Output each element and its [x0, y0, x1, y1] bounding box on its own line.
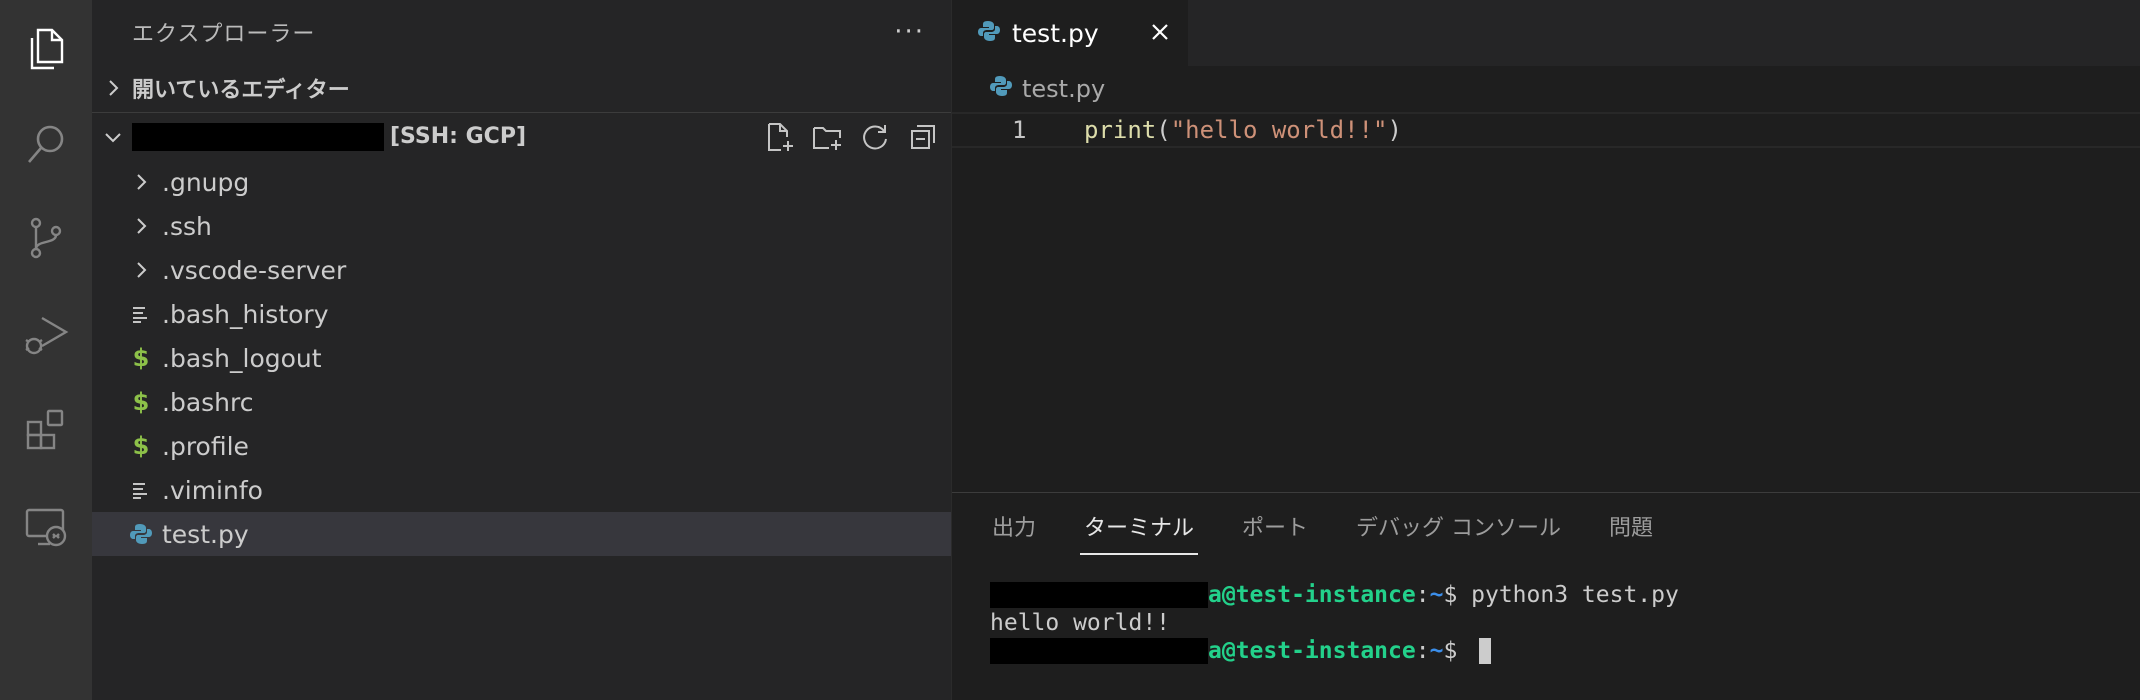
workspace-section[interactable]: [SSH: GCP] — [92, 112, 951, 160]
tab-problems[interactable]: 問題 — [1609, 493, 1653, 559]
source-control-icon[interactable] — [0, 190, 92, 286]
terminal-prompt: $ — [1443, 638, 1472, 664]
workspace-label: [SSH: GCP] — [390, 124, 527, 149]
chevron-right-icon — [126, 215, 156, 237]
files-icon[interactable] — [0, 0, 92, 96]
tree-file-bash-logout[interactable]: $ .bash_logout — [92, 336, 951, 380]
terminal-host: a@test-instance — [1208, 582, 1416, 608]
more-actions-button[interactable]: ··· — [894, 17, 925, 47]
tree-item-label: .profile — [162, 431, 249, 461]
code-paren-open: ( — [1156, 116, 1171, 144]
extensions-icon[interactable] — [0, 382, 92, 478]
tree-item-label: .vscode-server — [162, 255, 347, 285]
collapse-all-icon[interactable] — [907, 121, 939, 153]
redacted-workspace-name — [132, 122, 384, 151]
terminal[interactable]: a@test-instance: ~ $ python3 test.py hello… — [990, 581, 1679, 665]
file-tree: .gnupg .ssh .vscode-server .bash_history… — [92, 160, 951, 556]
panel-tabs: 出力 ターミナル ポート デバッグ コンソール 問題 — [952, 493, 1701, 559]
code-string: "hello world!!" — [1170, 116, 1388, 144]
run-debug-icon[interactable] — [0, 286, 92, 382]
open-editors-label: 開いているエディター — [132, 78, 350, 103]
terminal-command: python3 test.py — [1471, 582, 1679, 608]
python-file-icon — [126, 523, 156, 545]
chevron-right-icon — [126, 171, 156, 193]
shell-file-icon: $ — [132, 432, 150, 460]
code-editor[interactable]: 1 print("hello world!!") — [952, 112, 2140, 492]
redacted-username — [990, 638, 1208, 664]
terminal-line: a@test-instance: ~ $ — [990, 637, 1679, 665]
redacted-username — [990, 582, 1208, 608]
explorer-title: エクスプローラー — [132, 22, 316, 47]
python-file-icon — [990, 75, 1012, 103]
tree-folder-vscode-server[interactable]: .vscode-server — [92, 248, 951, 292]
editor-tabs: test.py — [952, 0, 2140, 66]
tree-folder-gnupg[interactable]: .gnupg — [92, 160, 951, 204]
chevron-down-icon — [102, 126, 124, 148]
terminal-line: a@test-instance: ~ $ python3 test.py — [990, 581, 1679, 609]
remote-explorer-icon[interactable] — [0, 478, 92, 574]
explorer-header: エクスプローラー ··· — [92, 0, 951, 64]
tab-output[interactable]: 出力 — [992, 493, 1036, 559]
code-line: 1 print("hello world!!") — [952, 112, 2140, 148]
new-file-icon[interactable] — [763, 121, 795, 153]
tree-folder-ssh[interactable]: .ssh — [92, 204, 951, 248]
explorer-sidebar: エクスプローラー ··· 開いているエディター [SSH: GCP] .gnup… — [92, 0, 952, 700]
terminal-prompt: $ — [1443, 582, 1472, 608]
search-icon[interactable] — [0, 96, 92, 192]
tree-item-label: .bashrc — [162, 387, 254, 417]
text-file-icon — [126, 304, 156, 324]
line-number: 1 — [1012, 116, 1027, 144]
tab-terminal[interactable]: ターミナル — [1080, 493, 1199, 559]
shell-file-icon: $ — [132, 344, 150, 372]
terminal-output: hello world!! — [990, 610, 1171, 636]
tree-file-viminfo[interactable]: .viminfo — [92, 468, 951, 512]
terminal-path: ~ — [1429, 582, 1444, 608]
open-editors-section[interactable]: 開いているエディター — [92, 64, 951, 112]
breadcrumb-file[interactable]: test.py — [1022, 75, 1105, 103]
workspace-actions — [763, 113, 939, 161]
code-paren-close: ) — [1387, 116, 1402, 144]
tree-file-bash-history[interactable]: .bash_history — [92, 292, 951, 336]
terminal-host: a@test-instance — [1208, 638, 1416, 664]
tree-item-label: .viminfo — [162, 475, 263, 505]
python-file-icon — [978, 20, 1000, 46]
code-text: print("hello world!!") — [1084, 116, 1402, 144]
tree-file-bashrc[interactable]: $ .bashrc — [92, 380, 951, 424]
code-function: print — [1084, 116, 1157, 144]
refresh-icon[interactable] — [859, 121, 891, 153]
tab-label: test.py — [1012, 18, 1099, 48]
tree-item-label: .ssh — [162, 211, 212, 241]
new-folder-icon[interactable] — [811, 121, 843, 153]
terminal-path: ~ — [1429, 638, 1444, 664]
close-icon[interactable] — [1146, 18, 1174, 46]
tab-ports[interactable]: ポート — [1242, 493, 1308, 559]
tree-file-test-py[interactable]: test.py — [92, 512, 951, 556]
terminal-colon: : — [1415, 638, 1430, 664]
tab-debug-console[interactable]: デバッグ コンソール — [1356, 493, 1561, 559]
bottom-panel: 出力 ターミナル ポート デバッグ コンソール 問題 a@test-instan… — [952, 492, 2140, 700]
tree-file-profile[interactable]: $ .profile — [92, 424, 951, 468]
activity-bar — [0, 0, 92, 700]
terminal-cursor — [1479, 638, 1492, 664]
chevron-right-icon — [102, 77, 124, 99]
tree-item-label: .gnupg — [162, 167, 250, 197]
tree-item-label: .bash_logout — [162, 343, 322, 373]
breadcrumb[interactable]: test.py — [952, 66, 2140, 112]
chevron-right-icon — [126, 259, 156, 281]
shell-file-icon: $ — [132, 388, 150, 416]
tree-item-label: test.py — [162, 519, 249, 549]
text-file-icon — [126, 480, 156, 500]
terminal-colon: : — [1415, 582, 1430, 608]
tree-item-label: .bash_history — [162, 299, 329, 329]
tab-test-py[interactable]: test.py — [952, 0, 1188, 66]
